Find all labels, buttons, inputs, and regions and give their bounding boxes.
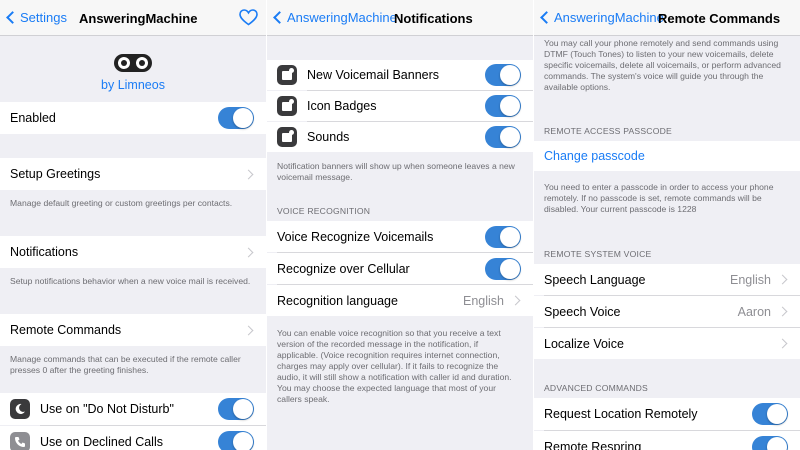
declined-calls-row: Use on Declined Calls [0,426,266,450]
speech-voice-label: Speech Voice [544,304,621,319]
banners-toggle[interactable] [485,64,521,86]
phone-icon [10,432,30,450]
remote-respring-label: Remote Respring [544,440,642,450]
speech-language-value: English [730,272,771,287]
banners-note: Notification banners will show up when s… [277,161,515,182]
recognize-cellular-toggle[interactable] [485,257,521,280]
declined-calls-label: Use on Declined Calls [40,435,163,449]
localize-voice-row[interactable]: Localize Voice [534,328,800,359]
recognize-cellular-label: Recognize over Cellular [277,261,410,276]
recognize-voicemails-toggle[interactable] [485,225,521,248]
advanced-header: ADVANCED COMMANDS [544,383,648,393]
setup-greetings-label: Setup Greetings [10,167,101,181]
app-badge-icon [277,65,297,85]
change-passcode-link[interactable]: Change passcode [544,149,800,163]
screenshot-collage: Settings AnsweringMachine by Limneos Ena… [0,0,800,450]
answering-machine-settings-screen: Settings AnsweringMachine by Limneos Ena… [0,0,266,450]
remote-commands-screen: AnsweringMachine Remote Commands You may… [534,0,800,450]
app-badge-icon [277,96,297,116]
enabled-row: Enabled [0,102,266,134]
chevron-right-icon [777,306,788,317]
notifications-note: Setup notifications behavior when a new … [10,276,251,286]
dnd-row: Use on "Do Not Disturb" [0,393,266,425]
chevron-left-icon [540,11,553,24]
recognize-cellular-row: Recognize over Cellular [267,253,533,284]
recognition-language-row[interactable]: Recognition language English [267,285,533,316]
notifications-label: Notifications [10,245,79,259]
back-label: AnsweringMachine [554,10,664,25]
intro-note: You may call your phone remotely and sen… [544,38,781,92]
back-button[interactable]: AnsweringMachine [271,10,397,25]
enabled-label: Enabled [10,111,56,125]
request-location-toggle[interactable] [752,403,788,425]
sounds-toggle[interactable] [485,126,521,148]
chevron-right-icon [243,325,254,335]
page-title: Remote Commands [658,11,781,26]
remote-commands-note: Manage commands that can be executed if … [10,354,241,375]
speech-language-row[interactable]: Speech Language English [534,264,800,295]
setup-greetings-note: Manage default greeting or custom greeti… [10,198,233,208]
dnd-toggle[interactable] [218,398,254,420]
notifications-row[interactable]: Notifications [0,236,266,268]
remote-respring-row: Remote Respring [534,431,800,450]
request-location-row: Request Location Remotely [534,398,800,430]
notifications-screen: AnsweringMachine Notifications New Voice… [267,0,533,450]
speech-voice-row[interactable]: Speech Voice Aaron [534,296,800,327]
chevron-right-icon [243,247,254,257]
speech-language-label: Speech Language [544,272,646,287]
app-badge-icon [277,127,297,147]
heart-icon[interactable] [239,9,258,31]
chevron-right-icon [777,338,788,349]
dnd-label: Use on "Do Not Disturb" [40,402,174,416]
change-passcode-row[interactable]: Change passcode [534,141,800,171]
chevron-left-icon [273,11,286,24]
moon-icon [10,399,30,419]
banners-row: New Voicemail Banners [267,60,533,90]
back-button[interactable]: Settings [4,10,67,25]
badges-row: Icon Badges [267,91,533,121]
remote-commands-label: Remote Commands [10,323,122,337]
localize-voice-label: Localize Voice [544,336,624,351]
system-voice-header: REMOTE SYSTEM VOICE [544,249,652,259]
setup-greetings-row[interactable]: Setup Greetings [0,158,266,190]
back-button[interactable]: AnsweringMachine [538,10,664,25]
page-title: AnsweringMachine [79,11,198,26]
page-title: Notifications [394,11,473,26]
navigation-bar: AnsweringMachine Remote Commands [534,0,800,36]
recognize-voicemails-row: Voice Recognize Voicemails [267,221,533,252]
navigation-bar: AnsweringMachine Notifications [267,0,533,36]
declined-calls-toggle[interactable] [218,431,254,450]
recognize-voicemails-label: Voice Recognize Voicemails [277,229,434,244]
sounds-label: Sounds [307,130,350,144]
remote-commands-row[interactable]: Remote Commands [0,314,266,346]
sounds-row: Sounds [267,122,533,152]
remote-respring-toggle[interactable] [752,436,788,450]
app-logo-icon [113,53,153,78]
badges-label: Icon Badges [307,99,377,113]
voice-recognition-header: VOICE RECOGNITION [277,206,371,216]
back-label: Settings [20,10,67,25]
author-link[interactable]: by Limneos [0,78,266,92]
chevron-left-icon [6,11,19,24]
chevron-right-icon [243,169,254,179]
navigation-bar: Settings AnsweringMachine [0,0,266,36]
recognition-note: You can enable voice recognition so that… [277,328,512,404]
banners-label: New Voicemail Banners [307,68,440,82]
recognition-language-value: English [463,293,504,308]
passcode-header: REMOTE ACCESS PASSCODE [544,126,672,136]
enabled-toggle[interactable] [218,107,254,129]
passcode-note: You need to enter a passcode in order to… [544,182,774,214]
badges-toggle[interactable] [485,95,521,117]
chevron-right-icon [777,274,788,285]
request-location-label: Request Location Remotely [544,407,698,421]
speech-voice-value: Aaron [737,304,771,319]
back-label: AnsweringMachine [287,10,397,25]
chevron-right-icon [510,295,521,306]
recognition-language-label: Recognition language [277,293,398,308]
